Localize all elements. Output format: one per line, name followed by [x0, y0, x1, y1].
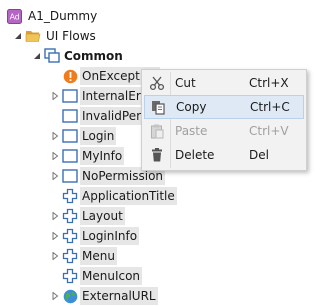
- collapsed-arrow-icon[interactable]: [51, 252, 59, 260]
- menu-item-paste[interactable]: Paste Ctrl+V: [144, 119, 304, 143]
- collapsed-arrow-icon[interactable]: [51, 132, 59, 140]
- svg-text:Ad: Ad: [9, 12, 19, 21]
- web-screen-icon: [62, 88, 78, 104]
- web-block-icon: [62, 228, 78, 244]
- module-label: A1_Dummy: [28, 9, 98, 23]
- context-menu: Cut Ctrl+X Copy Ctrl+C Paste Ctrl+V Dele…: [141, 69, 307, 171]
- web-block-icon: [62, 268, 78, 284]
- paste-icon: [148, 122, 166, 140]
- folder-open-icon: [25, 28, 41, 44]
- tree-item-label: Layout: [80, 207, 125, 225]
- menu-item-copy[interactable]: Copy Ctrl+C: [144, 95, 304, 119]
- menu-item-label: Copy: [176, 100, 207, 114]
- expanded-arrow-icon[interactable]: [33, 52, 41, 60]
- web-screen-icon: [62, 168, 78, 184]
- tree-item-label: Menu: [80, 247, 117, 265]
- menu-item-shortcut: Ctrl+C: [250, 100, 290, 114]
- expanded-arrow-icon[interactable]: [14, 32, 22, 40]
- web-block-icon: [62, 248, 78, 264]
- menu-item-label: Cut: [175, 76, 196, 90]
- collapsed-arrow-icon[interactable]: [51, 172, 59, 180]
- menu-item-label: Paste: [175, 124, 208, 138]
- collapsed-arrow-icon[interactable]: [51, 92, 59, 100]
- trash-icon: [148, 146, 166, 164]
- module-badge-icon: Ad: [6, 8, 22, 24]
- globe-icon: [62, 288, 78, 304]
- tree-item-label: LoginInfo: [80, 227, 140, 245]
- collapsed-arrow-icon[interactable]: [51, 292, 59, 300]
- web-screen-icon: [62, 128, 78, 144]
- web-screen-icon: [62, 148, 78, 164]
- collapsed-arrow-icon[interactable]: [51, 232, 59, 240]
- collapsed-arrow-icon[interactable]: [51, 212, 59, 220]
- common-label: Common: [64, 49, 123, 63]
- flow-icon: [44, 48, 60, 64]
- tree-item-label: Login: [80, 127, 117, 145]
- tree-item-label: ExternalURL: [80, 287, 158, 305]
- web-screen-icon: [62, 108, 78, 124]
- tree-item-label: MenuIcon: [80, 267, 143, 285]
- web-block-icon: [62, 208, 78, 224]
- menu-item-delete[interactable]: Delete Del: [144, 143, 304, 167]
- collapsed-arrow-icon[interactable]: [51, 152, 59, 160]
- tree-item-label: MyInfo: [80, 147, 125, 165]
- exception-icon: [62, 68, 78, 84]
- menu-item-shortcut: Ctrl+X: [249, 76, 289, 90]
- tree-item-label: ApplicationTitle: [80, 187, 177, 205]
- menu-item-shortcut: Ctrl+V: [249, 124, 289, 138]
- ui-flows-label: UI Flows: [46, 29, 96, 43]
- copy-icon: [149, 98, 167, 116]
- menu-item-shortcut: Del: [249, 148, 269, 162]
- menu-item-label: Delete: [175, 148, 215, 162]
- web-block-icon: [62, 188, 78, 204]
- menu-item-cut[interactable]: Cut Ctrl+X: [144, 71, 304, 95]
- scissors-icon: [148, 74, 166, 92]
